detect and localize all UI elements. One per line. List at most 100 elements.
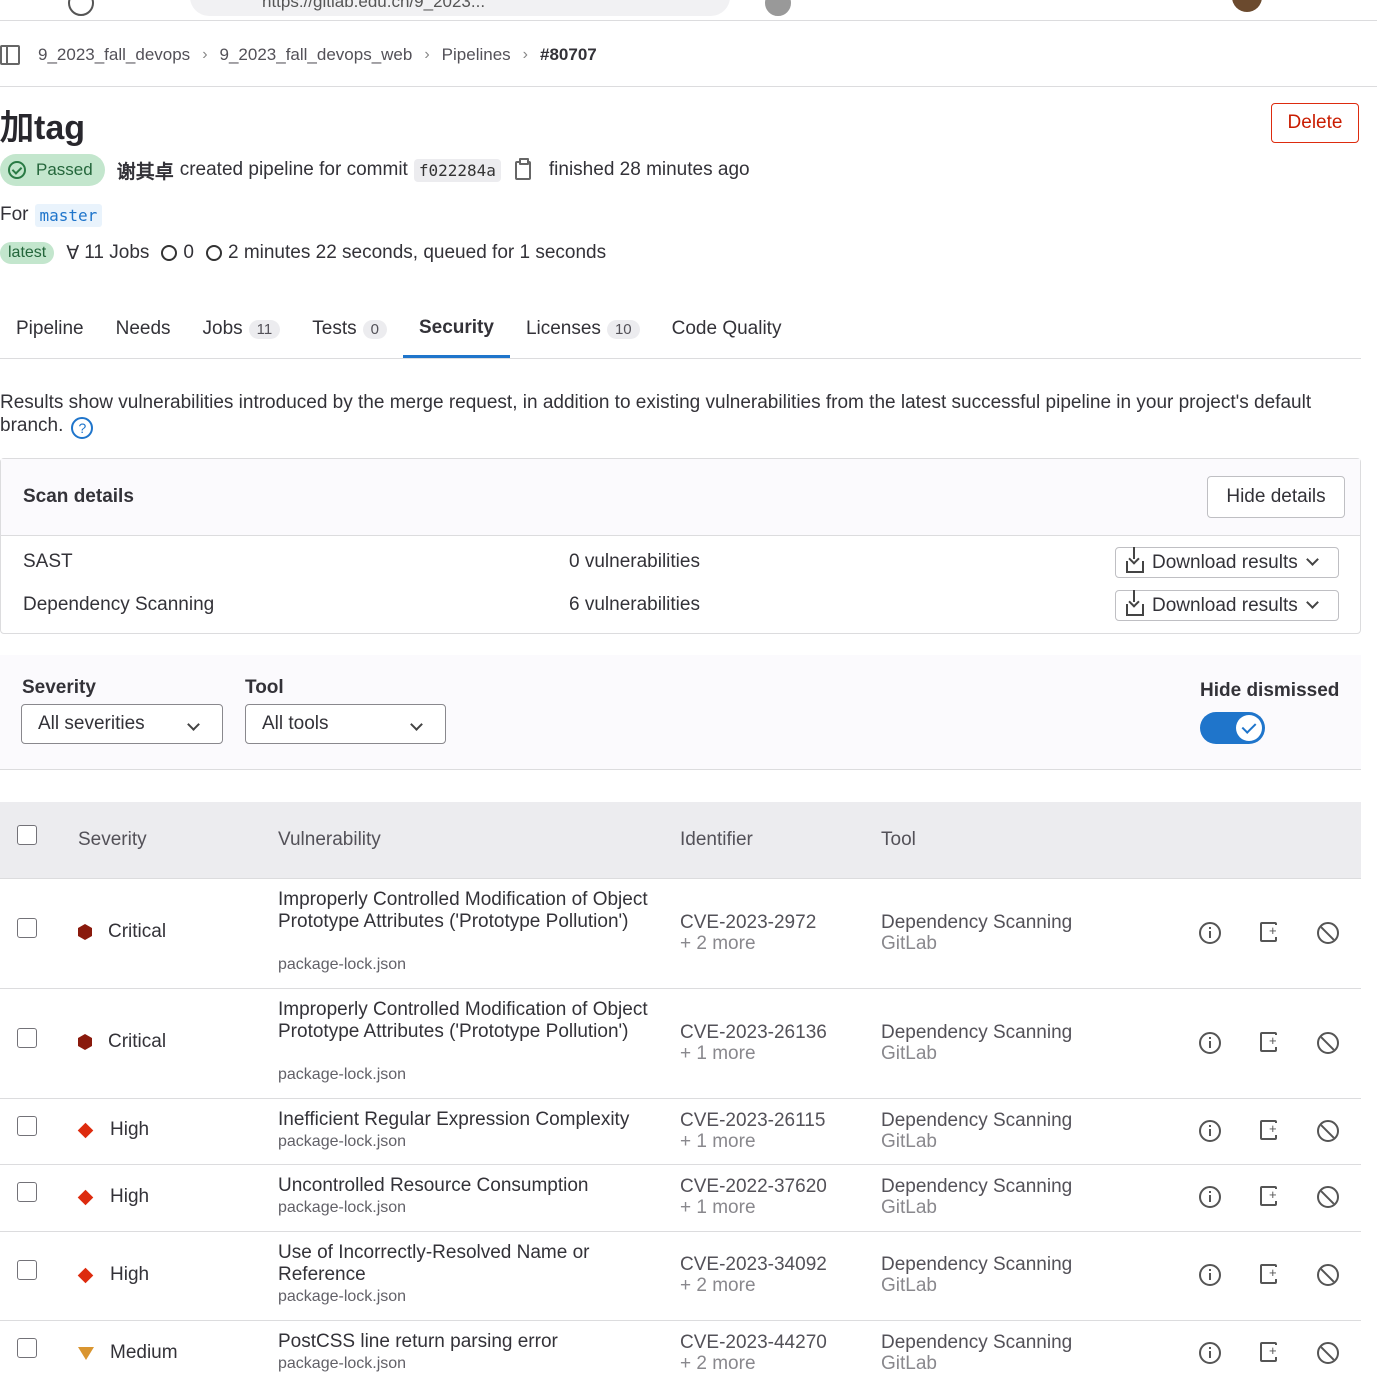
info-icon[interactable] bbox=[1199, 922, 1221, 944]
identifier-cell: CVE-2023-34092 + 2 more bbox=[680, 1254, 827, 1296]
dismiss-icon[interactable] bbox=[1317, 922, 1339, 944]
identifier: CVE-2023-34092 bbox=[680, 1254, 827, 1275]
table-row[interactable]: Medium PostCSS line return parsing error… bbox=[0, 1321, 1361, 1396]
table-row[interactable]: High Inefficient Regular Expression Comp… bbox=[0, 1099, 1361, 1165]
copy-icon[interactable] bbox=[514, 157, 531, 180]
create-issue-icon[interactable] bbox=[1260, 922, 1277, 942]
severity-label: Medium bbox=[110, 1342, 178, 1363]
pipeline-icon: ∀ bbox=[66, 242, 80, 264]
identifier-more[interactable]: + 2 more bbox=[680, 1353, 756, 1374]
hide-details-button[interactable]: Hide details bbox=[1207, 476, 1345, 518]
table-row[interactable]: High Use of Incorrectly-Resolved Name or… bbox=[0, 1232, 1361, 1321]
create-issue-icon[interactable] bbox=[1260, 1120, 1277, 1140]
branch-link[interactable]: master bbox=[34, 203, 103, 227]
tab-jobs[interactable]: Jobs 11 bbox=[187, 300, 297, 358]
tab-label: Pipeline bbox=[16, 318, 84, 339]
identifier-more[interactable]: + 1 more bbox=[680, 1197, 756, 1218]
tool-name: Dependency Scanning bbox=[881, 1176, 1073, 1197]
refresh-icon[interactable] bbox=[68, 0, 94, 16]
check-circle-icon bbox=[8, 161, 26, 179]
info-icon[interactable] bbox=[1199, 1342, 1221, 1364]
create-issue-icon[interactable] bbox=[1260, 1186, 1277, 1206]
create-issue-icon[interactable] bbox=[1260, 1342, 1277, 1362]
pipeline-stats: latest ∀ 11 Jobs 0 2 minutes 22 seconds,… bbox=[0, 238, 606, 268]
security-info: Results show vulnerabilities introduced … bbox=[0, 391, 1361, 439]
row-checkbox[interactable] bbox=[17, 1182, 37, 1202]
dismiss-icon[interactable] bbox=[1317, 1032, 1339, 1054]
avatar[interactable] bbox=[1232, 0, 1262, 12]
vulnerability-title[interactable]: PostCSS line return parsing error bbox=[278, 1331, 678, 1353]
tab-label: Code Quality bbox=[671, 318, 782, 339]
dismiss-icon[interactable] bbox=[1317, 1342, 1339, 1364]
breadcrumb-pipelines[interactable]: Pipelines bbox=[442, 45, 511, 65]
row-checkbox[interactable] bbox=[17, 1260, 37, 1280]
vulnerability-title[interactable]: Inefficient Regular Expression Complexit… bbox=[278, 1109, 678, 1131]
help-icon[interactable]: ? bbox=[71, 417, 94, 439]
sidebar-toggle-icon[interactable] bbox=[0, 45, 20, 65]
download-results-button[interactable]: Download results bbox=[1115, 589, 1339, 621]
tab-label: Security bbox=[418, 316, 494, 338]
tab-code-quality[interactable]: Code Quality bbox=[656, 300, 798, 358]
vulnerability-title[interactable]: Use of Incorrectly-Resolved Name or Refe… bbox=[278, 1242, 658, 1286]
info-icon[interactable] bbox=[1199, 1032, 1221, 1054]
jobs-count: 11 Jobs bbox=[84, 242, 150, 263]
severity-high-icon bbox=[77, 1267, 94, 1283]
status-label: Passed bbox=[36, 160, 93, 179]
status-badge[interactable]: Passed bbox=[0, 154, 105, 186]
vulnerability-title[interactable]: Uncontrolled Resource Consumption bbox=[278, 1175, 678, 1197]
severity-filter-label: Severity bbox=[22, 677, 96, 698]
download-icon bbox=[1126, 546, 1144, 573]
row-checkbox[interactable] bbox=[17, 1028, 37, 1048]
tab-tests[interactable]: Tests 0 bbox=[296, 300, 403, 358]
info-icon[interactable] bbox=[1199, 1264, 1221, 1286]
tool-dropdown[interactable]: All tools bbox=[245, 704, 446, 744]
identifier-more[interactable]: + 1 more bbox=[680, 1043, 756, 1064]
hide-dismissed-toggle[interactable] bbox=[1200, 712, 1265, 744]
select-all-checkbox[interactable] bbox=[17, 825, 37, 845]
create-issue-icon[interactable] bbox=[1260, 1264, 1277, 1284]
tab-count: 0 bbox=[362, 319, 387, 339]
dismiss-icon[interactable] bbox=[1317, 1120, 1339, 1142]
chevron-down-icon bbox=[187, 718, 200, 731]
breadcrumb-project[interactable]: 9_2023_fall_devops_web bbox=[220, 45, 413, 65]
table-row[interactable]: Critical Improperly Controlled Modificat… bbox=[0, 989, 1361, 1099]
identifier-more[interactable]: + 2 more bbox=[680, 1275, 756, 1296]
row-checkbox[interactable] bbox=[17, 1116, 37, 1136]
vulnerability-title[interactable]: Improperly Controlled Modification of Ob… bbox=[278, 889, 658, 933]
row-checkbox[interactable] bbox=[17, 1338, 37, 1358]
tab-security[interactable]: Security bbox=[402, 300, 510, 358]
tab-needs[interactable]: Needs bbox=[100, 300, 187, 358]
tool-vendor: GitLab bbox=[881, 1043, 937, 1064]
tab-licenses[interactable]: Licenses 10 bbox=[510, 300, 656, 358]
address-bar-url[interactable]: https://gitlab.edu.cn/9_2023... bbox=[262, 0, 485, 12]
header-severity[interactable]: Severity bbox=[78, 829, 147, 851]
commit-sha[interactable]: f022284a bbox=[413, 158, 501, 182]
identifier-more[interactable]: + 1 more bbox=[680, 1131, 756, 1152]
table-row[interactable]: High Uncontrolled Resource Consumption p… bbox=[0, 1165, 1361, 1232]
breadcrumb-current[interactable]: #80707 bbox=[540, 45, 597, 65]
scan-name: SAST bbox=[23, 551, 73, 572]
dismiss-icon[interactable] bbox=[1317, 1264, 1339, 1286]
tool-cell: Dependency Scanning GitLab bbox=[881, 1176, 1072, 1218]
profile-icon[interactable] bbox=[765, 0, 791, 16]
row-checkbox[interactable] bbox=[17, 918, 37, 938]
tool-vendor: GitLab bbox=[881, 933, 937, 954]
dismiss-icon[interactable] bbox=[1317, 1186, 1339, 1208]
info-icon[interactable] bbox=[1199, 1186, 1221, 1208]
tool-cell: Dependency Scanning GitLab bbox=[881, 1110, 1072, 1152]
breadcrumb-group[interactable]: 9_2023_fall_devops bbox=[38, 45, 190, 65]
table-row[interactable]: Critical Improperly Controlled Modificat… bbox=[0, 879, 1361, 989]
vulnerability-title[interactable]: Improperly Controlled Modification of Ob… bbox=[278, 999, 658, 1043]
vulnerability-table-header: Severity Vulnerability Identifier Tool bbox=[0, 802, 1361, 879]
identifier-more[interactable]: + 2 more bbox=[680, 933, 756, 954]
download-results-button[interactable]: Download results bbox=[1115, 546, 1339, 578]
delete-button[interactable]: Delete bbox=[1271, 103, 1359, 143]
header-identifier: Identifier bbox=[680, 829, 753, 850]
user-link[interactable]: 谢其卓 bbox=[117, 157, 174, 184]
severity-cell: Critical bbox=[78, 921, 166, 943]
tool-dropdown-value: All tools bbox=[262, 713, 329, 734]
tab-pipeline[interactable]: Pipeline bbox=[0, 300, 100, 358]
create-issue-icon[interactable] bbox=[1260, 1032, 1277, 1052]
severity-dropdown[interactable]: All severities bbox=[21, 704, 223, 744]
info-icon[interactable] bbox=[1199, 1120, 1221, 1142]
